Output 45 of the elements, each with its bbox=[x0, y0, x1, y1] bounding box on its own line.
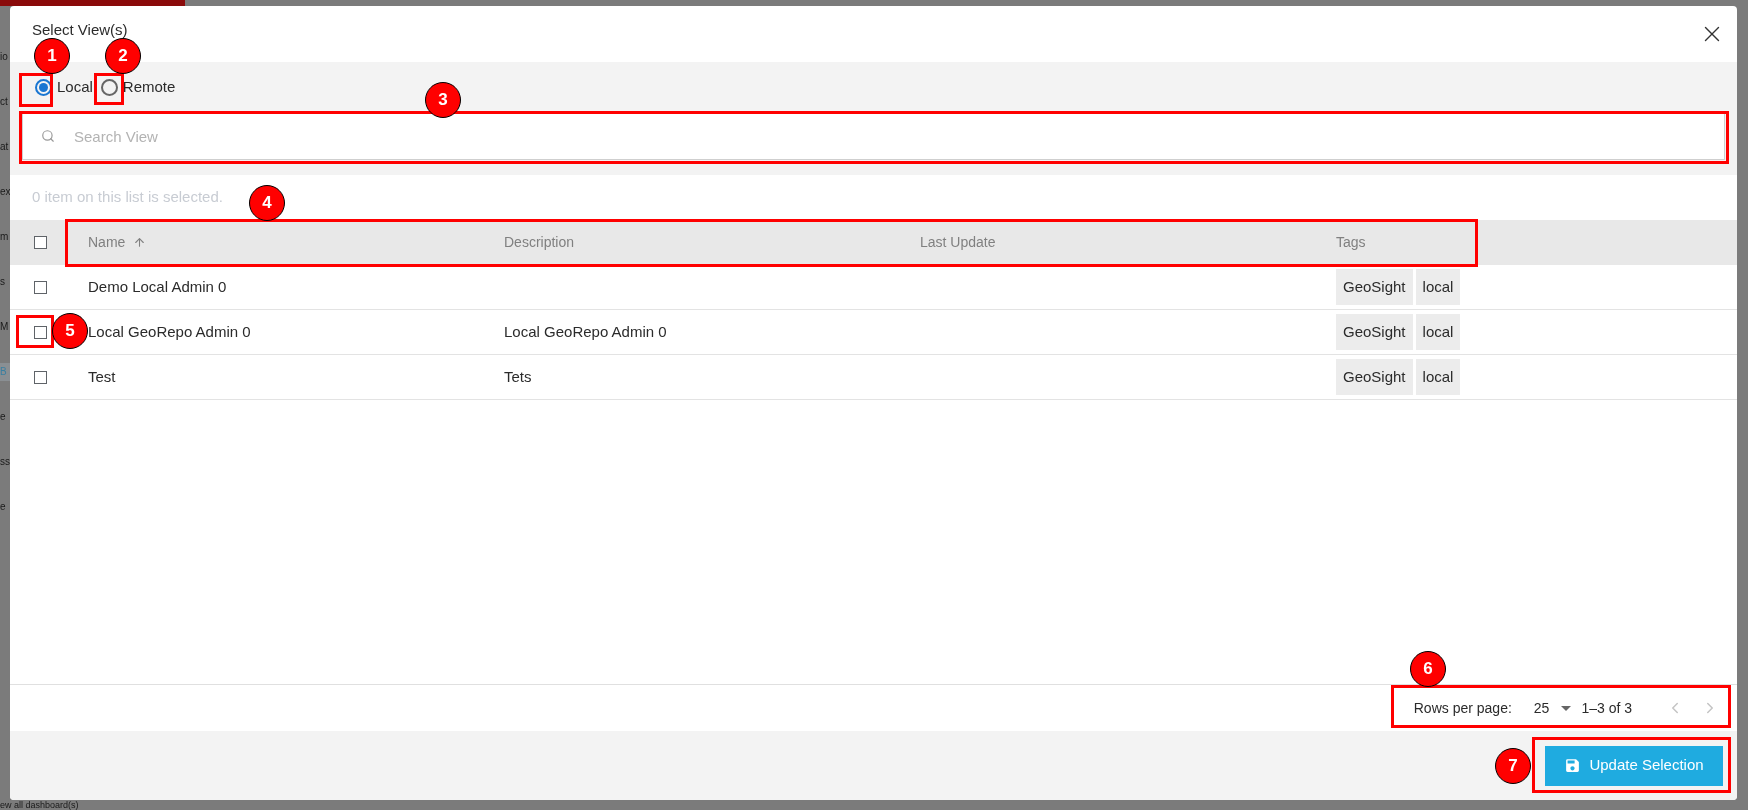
sidebar-text: m bbox=[0, 230, 10, 244]
sidebar-text: ct bbox=[0, 95, 9, 109]
rows-per-page-label: Rows per page: bbox=[1413, 698, 1512, 718]
sidebar-text: B bbox=[0, 363, 10, 381]
sort-arrow-icon bbox=[133, 236, 147, 249]
sidebar-text: ex bbox=[0, 185, 10, 199]
radio-option[interactable]: Remote bbox=[100, 75, 176, 99]
sidebar-text: ss bbox=[0, 455, 10, 469]
column-header[interactable]: Name bbox=[88, 232, 147, 253]
sidebar-text: e bbox=[0, 500, 7, 514]
page-range: 1–3 of 3 bbox=[1581, 698, 1632, 718]
checkbox[interactable] bbox=[34, 280, 47, 294]
sidebar-text: io bbox=[0, 50, 9, 64]
sidebar-text: s bbox=[0, 275, 6, 289]
column-header[interactable]: Description bbox=[504, 232, 575, 253]
update-selection-button[interactable]: Update Selection bbox=[1545, 745, 1723, 786]
tag-chip: local bbox=[1415, 314, 1461, 350]
table-cell: Demo Local Admin 0 bbox=[88, 277, 227, 295]
table-cell: Test bbox=[88, 367, 116, 385]
dialog-title: Select View(s) bbox=[32, 19, 128, 40]
radio-option[interactable]: Local bbox=[35, 75, 93, 99]
rows-per-page-select[interactable]: 25 bbox=[1533, 697, 1578, 719]
sidebar-text: M bbox=[0, 320, 10, 334]
annotation-frame bbox=[94, 73, 124, 105]
dropdown-caret-icon bbox=[1561, 705, 1572, 711]
dashboard-link[interactable]: ew all dashboard(s) bbox=[0, 800, 79, 810]
checkbox[interactable] bbox=[34, 370, 47, 384]
checkbox[interactable] bbox=[34, 325, 47, 339]
sidebar-text: at bbox=[0, 140, 10, 154]
sidebar-text: e bbox=[0, 410, 7, 424]
tag-chip: GeoSight bbox=[1336, 359, 1413, 395]
tag-chip: GeoSight bbox=[1336, 314, 1413, 350]
save-icon bbox=[1564, 757, 1582, 774]
search-field[interactable]: Search View bbox=[22, 112, 1725, 160]
tag-chip: GeoSight bbox=[1336, 269, 1413, 305]
tag-chip: local bbox=[1415, 359, 1461, 395]
column-header[interactable]: Tags bbox=[1336, 232, 1366, 253]
annotation-frame bbox=[19, 73, 53, 107]
table-cell: Tets bbox=[504, 367, 532, 385]
column-header[interactable]: Last Update bbox=[920, 232, 996, 253]
search-icon bbox=[41, 129, 55, 143]
table-cell: Local GeoRepo Admin 0 bbox=[88, 322, 251, 340]
table-cell: Local GeoRepo Admin 0 bbox=[504, 322, 667, 340]
checkbox[interactable] bbox=[34, 236, 47, 249]
tag-chip: local bbox=[1415, 269, 1461, 305]
